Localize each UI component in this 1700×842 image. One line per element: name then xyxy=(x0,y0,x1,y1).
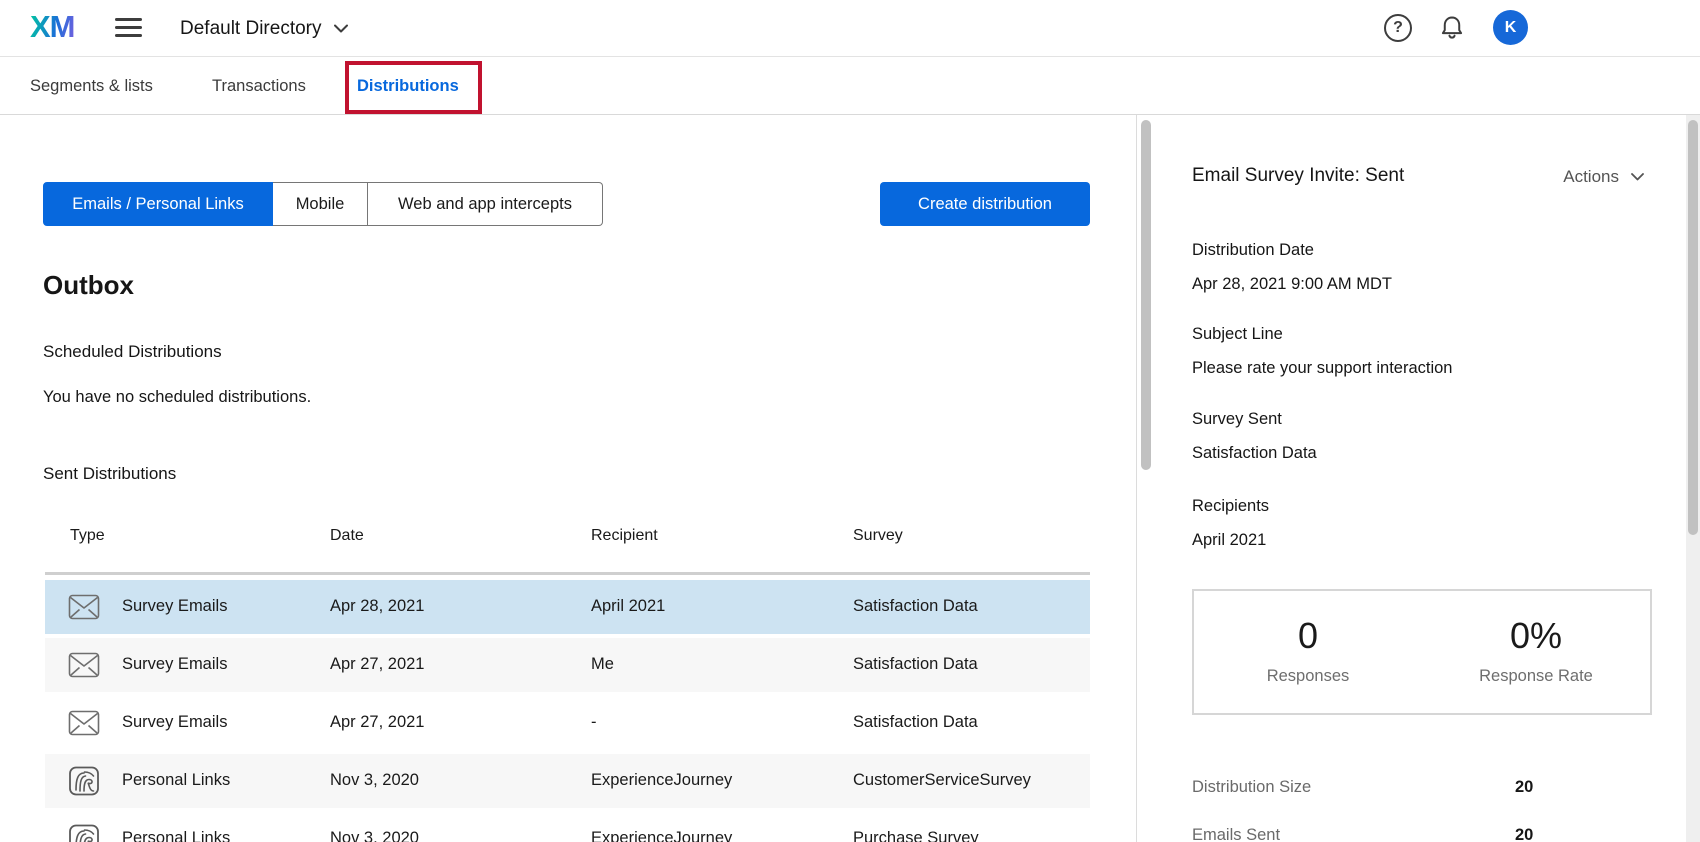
cell-survey: Satisfaction Data xyxy=(853,655,978,674)
table-header: Type Date Recipient Survey xyxy=(45,527,1090,547)
avatar[interactable]: K xyxy=(1493,10,1528,45)
envelope-icon xyxy=(68,592,100,622)
table-row[interactable]: Survey Emails Apr 28, 2021 April 2021 Sa… xyxy=(45,580,1090,634)
tab-segments-lists[interactable]: Segments & lists xyxy=(30,58,153,115)
fingerprint-icon xyxy=(68,766,100,796)
app-window: XM Default Directory ? K Segments & list… xyxy=(0,0,1700,842)
metric-row: Emails Sent 20 xyxy=(1192,826,1652,842)
table-row[interactable]: Personal Links Nov 3, 2020 ExperienceJou… xyxy=(45,812,1090,842)
cell-type: Personal Links xyxy=(122,771,230,790)
cell-date: Apr 28, 2021 xyxy=(330,597,425,616)
annotation-red-box xyxy=(345,61,482,114)
panel-title: Email Survey Invite: Sent xyxy=(1192,165,1404,187)
hamburger-menu-icon[interactable] xyxy=(115,18,142,39)
cell-survey: Satisfaction Data xyxy=(853,713,978,732)
panel-field: Subject Line Please rate your support in… xyxy=(1192,324,1452,378)
column-header-recipient: Recipient xyxy=(591,527,658,545)
xm-logo: XM xyxy=(30,9,75,45)
table-divider xyxy=(45,572,1090,575)
cell-recipient: Me xyxy=(591,655,614,674)
sent-distributions-heading: Sent Distributions xyxy=(43,464,176,484)
metric-label: Emails Sent xyxy=(1192,826,1280,842)
top-header: XM Default Directory ? K xyxy=(0,0,1700,57)
segment-emails-personal-links[interactable]: Emails / Personal Links xyxy=(43,182,273,226)
column-header-date: Date xyxy=(330,527,364,545)
field-label: Subject Line xyxy=(1192,324,1452,344)
cell-survey: Satisfaction Data xyxy=(853,597,978,616)
cell-recipient: ExperienceJourney xyxy=(591,829,732,842)
panel-scrollbar[interactable] xyxy=(1688,120,1698,535)
cell-type: Survey Emails xyxy=(122,597,227,616)
cell-date: Nov 3, 2020 xyxy=(330,771,419,790)
fingerprint-icon xyxy=(68,824,100,842)
cell-recipient: - xyxy=(591,713,597,732)
cell-date: Nov 3, 2020 xyxy=(330,829,419,842)
cell-recipient: April 2021 xyxy=(591,597,665,616)
metric-value: 20 xyxy=(1515,826,1533,842)
cell-date: Apr 27, 2021 xyxy=(330,655,425,674)
chevron-down-icon xyxy=(334,24,348,33)
stat-label: Responses xyxy=(1194,667,1422,686)
table-row[interactable]: Survey Emails Apr 27, 2021 Me Satisfacti… xyxy=(45,638,1090,692)
stat-value: 0 xyxy=(1194,615,1422,657)
actions-label: Actions xyxy=(1563,167,1619,187)
table-row[interactable]: Survey Emails Apr 27, 2021 - Satisfactio… xyxy=(45,696,1090,750)
cell-type: Personal Links xyxy=(122,829,230,842)
field-value: Satisfaction Data xyxy=(1192,443,1317,463)
field-value: Apr 28, 2021 9:00 AM MDT xyxy=(1192,274,1392,294)
segment-web-and-app-intercepts[interactable]: Web and app intercepts xyxy=(368,182,603,226)
stat-label: Response Rate xyxy=(1422,667,1650,686)
field-label: Recipients xyxy=(1192,496,1269,516)
field-label: Distribution Date xyxy=(1192,240,1392,260)
actions-dropdown[interactable]: Actions xyxy=(1563,167,1644,187)
create-distribution-button[interactable]: Create distribution xyxy=(880,182,1090,226)
stat-value: 0% xyxy=(1422,615,1650,657)
metric-row: Distribution Size 20 xyxy=(1192,778,1652,798)
metric-label: Distribution Size xyxy=(1192,778,1311,797)
panel-divider xyxy=(1136,115,1137,842)
directory-selector[interactable]: Default Directory xyxy=(180,0,348,57)
panel-field: Recipients April 2021 xyxy=(1192,496,1269,550)
bell-icon xyxy=(1438,14,1466,42)
tab-bar: Segments & lists Transactions Distributi… xyxy=(0,58,1700,115)
envelope-icon xyxy=(68,708,100,738)
cell-survey: Purchase Survey xyxy=(853,829,979,842)
notifications-button[interactable] xyxy=(1437,13,1467,43)
field-value: April 2021 xyxy=(1192,530,1269,550)
column-header-type: Type xyxy=(70,527,105,545)
envelope-icon xyxy=(68,650,100,680)
cell-type: Survey Emails xyxy=(122,713,227,732)
segment-mobile[interactable]: Mobile xyxy=(273,182,368,226)
response-stats-box: 0 Responses 0% Response Rate xyxy=(1192,589,1652,715)
stat: 0 Responses xyxy=(1194,591,1422,713)
scheduled-empty-text: You have no scheduled distributions. xyxy=(43,388,311,407)
panel-field: Survey Sent Satisfaction Data xyxy=(1192,409,1317,463)
table-row[interactable]: Personal Links Nov 3, 2020 ExperienceJou… xyxy=(45,754,1090,808)
detail-panel: Email Survey Invite: Sent Actions Distri… xyxy=(1192,115,1652,842)
cell-date: Apr 27, 2021 xyxy=(330,713,425,732)
outbox-title: Outbox xyxy=(43,270,134,301)
cell-type: Survey Emails xyxy=(122,655,227,674)
help-icon: ? xyxy=(1384,14,1412,42)
help-button[interactable]: ? xyxy=(1383,13,1413,43)
panel-field: Distribution Date Apr 28, 2021 9:00 AM M… xyxy=(1192,240,1392,294)
column-header-survey: Survey xyxy=(853,527,903,545)
field-value: Please rate your support interaction xyxy=(1192,358,1452,378)
field-label: Survey Sent xyxy=(1192,409,1317,429)
chevron-down-icon xyxy=(1631,173,1644,181)
scheduled-distributions-heading: Scheduled Distributions xyxy=(43,342,222,362)
main-scrollbar[interactable] xyxy=(1141,120,1151,470)
cell-recipient: ExperienceJourney xyxy=(591,771,732,790)
cell-survey: CustomerServiceSurvey xyxy=(853,771,1031,790)
directory-name: Default Directory xyxy=(180,18,322,40)
tab-transactions[interactable]: Transactions xyxy=(212,58,306,115)
stat: 0% Response Rate xyxy=(1422,591,1650,713)
metric-value: 20 xyxy=(1515,778,1533,797)
distribution-type-segments: Emails / Personal Links Mobile Web and a… xyxy=(43,182,603,226)
